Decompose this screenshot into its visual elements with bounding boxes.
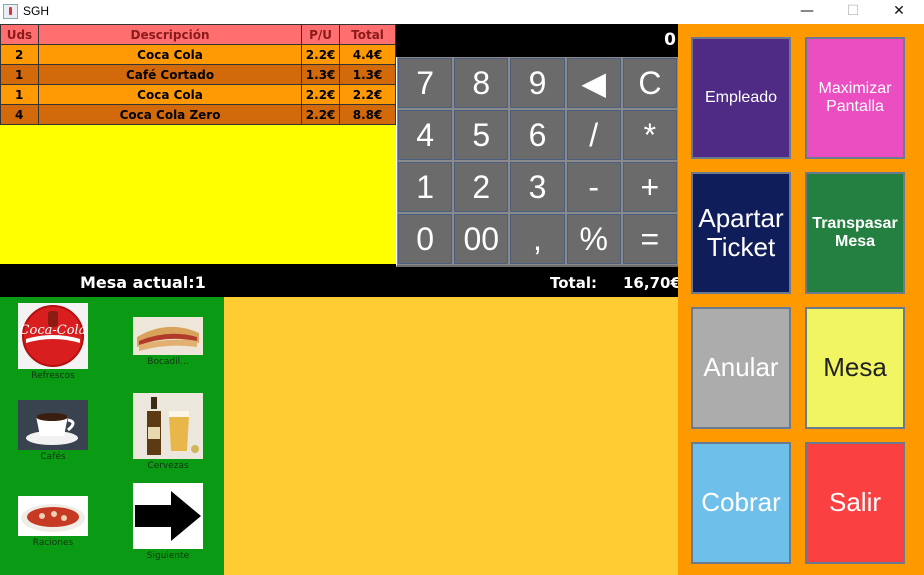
key-6[interactable]: 6 [510,110,565,160]
order-table: Uds Descripción P/U Total 2 Coca Cola 2.… [0,24,396,125]
category-label: Siguiente [146,551,190,561]
cell-unit-price: 1.3€ [301,64,341,85]
cell-uds: 2 [0,44,39,65]
key-7[interactable]: 7 [398,58,453,108]
cell-uds: 1 [0,84,39,105]
cobrar-button[interactable]: Cobrar [691,442,791,564]
key-4[interactable]: 4 [398,110,453,160]
arrow-right-icon [133,483,203,549]
key-3[interactable]: 3 [510,162,565,212]
maximize-button[interactable]: ☐ [830,0,876,24]
category-label: Cafés [40,452,66,462]
java-app-icon [3,4,18,19]
key-equals[interactable]: = [622,214,677,264]
category-label: Raciones [32,538,74,548]
category-label: Cervezas [147,461,189,471]
tapas-plate-photo-icon [18,496,88,536]
key-8[interactable]: 8 [454,58,509,108]
category-panel: Coca-Cola Refrescos Bocadil... Cafés Cer… [0,297,224,575]
table-header-row: Uds Descripción P/U Total [0,24,396,45]
table-row[interactable]: 4 Coca Cola Zero 2.2€ 8.8€ [0,104,396,125]
category-cervezas[interactable]: Cervezas [133,393,203,471]
column-header-uds[interactable]: Uds [0,24,39,45]
key-0[interactable]: 0 [398,214,453,264]
mesa-button[interactable]: Mesa [805,307,905,429]
column-header-descripcion[interactable]: Descripción [37,24,303,45]
column-header-pu[interactable]: P/U [301,24,341,45]
cell-unit-price: 2.2€ [301,84,341,105]
current-table-label: Mesa actual:1 [80,273,206,292]
key-9[interactable]: 9 [510,58,565,108]
numeric-keypad: 7 8 9 ◀ C 4 5 6 / * 1 2 3 - + 0 00 , % = [396,57,678,267]
status-bar: Mesa actual:1 Total: 16,70€ [0,267,681,297]
key-backspace[interactable]: ◀ [566,58,621,108]
coca-cola-logo-icon: Coca-Cola [18,303,88,369]
key-2[interactable]: 2 [454,162,509,212]
order-panel[interactable]: Uds Descripción P/U Total 2 Coca Cola 2.… [0,24,396,264]
key-5[interactable]: 5 [454,110,509,160]
products-area[interactable] [224,297,678,575]
key-1[interactable]: 1 [398,162,453,212]
cell-total: 4.4€ [339,44,396,65]
key-00[interactable]: 00 [454,214,509,264]
key-divide[interactable]: / [566,110,621,160]
key-comma[interactable]: , [510,214,565,264]
cell-description: Café Cortado [37,64,303,85]
category-bocadillos[interactable]: Bocadil... [133,317,203,367]
salir-button[interactable]: Salir [805,442,905,564]
actions-panel: Empleado Maximizar Pantalla Apartar Tick… [678,24,924,575]
apartar-ticket-button[interactable]: Apartar Ticket [691,172,791,294]
calculator-display: 0 [396,24,678,57]
column-header-total[interactable]: Total [339,24,396,45]
empleado-button[interactable]: Empleado [691,37,791,159]
window-title: SGH [23,4,50,18]
table-row[interactable]: 1 Coca Cola 2.2€ 2.2€ [0,84,396,105]
key-clear[interactable]: C [622,58,677,108]
category-raciones[interactable]: Raciones [18,496,88,548]
cell-description: Coca Cola [37,44,303,65]
cell-description: Coca Cola Zero [37,104,303,125]
key-percent[interactable]: % [566,214,621,264]
minimize-button[interactable]: — [784,0,830,24]
sandwich-photo-icon [133,317,203,355]
table-row[interactable]: 1 Café Cortado 1.3€ 1.3€ [0,64,396,85]
key-minus[interactable]: - [566,162,621,212]
cell-description: Coca Cola [37,84,303,105]
category-label: Refrescos [31,371,75,381]
cell-uds: 1 [0,64,39,85]
key-plus[interactable]: + [622,162,677,212]
key-multiply[interactable]: * [622,110,677,160]
close-button[interactable]: ✕ [876,0,922,24]
transpasar-mesa-button[interactable]: Transpasar Mesa [805,172,905,294]
total-label: Total: [550,274,597,292]
window-titlebar: SGH — ☐ ✕ [0,0,924,24]
cell-total: 8.8€ [339,104,396,125]
cell-unit-price: 2.2€ [301,44,341,65]
cell-total: 2.2€ [339,84,396,105]
coffee-cup-photo-icon [18,400,88,450]
category-label: Bocadil... [147,357,189,367]
category-siguiente[interactable]: Siguiente [133,483,203,561]
cell-total: 1.3€ [339,64,396,85]
total-value: 16,70€ [623,274,681,292]
category-cafes[interactable]: Cafés [18,400,88,462]
cell-unit-price: 2.2€ [301,104,341,125]
anular-button[interactable]: Anular [691,307,791,429]
category-refrescos[interactable]: Coca-Cola Refrescos [18,303,88,381]
table-row[interactable]: 2 Coca Cola 2.2€ 4.4€ [0,44,396,65]
maximizar-pantalla-button[interactable]: Maximizar Pantalla [805,37,905,159]
beer-photo-icon [133,393,203,459]
cell-uds: 4 [0,104,39,125]
